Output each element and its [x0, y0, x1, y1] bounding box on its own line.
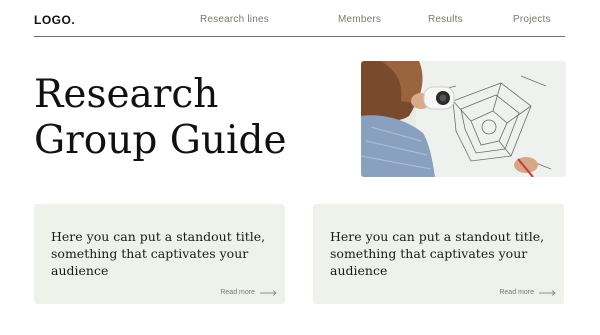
logo[interactable]: LOGO.	[34, 13, 75, 27]
arrow-right-icon	[539, 289, 556, 296]
card-title: Here you can put a standout title, somet…	[330, 229, 545, 278]
arrow-right-icon	[260, 289, 277, 296]
hero-photo-illustration	[361, 61, 566, 177]
hero-image	[361, 61, 566, 177]
read-more-label: Read more	[220, 289, 255, 296]
nav-research-lines[interactable]: Research lines	[200, 14, 269, 25]
read-more-label: Read more	[499, 289, 534, 296]
card-title: Here you can put a standout title, somet…	[51, 229, 266, 278]
feature-card: Here you can put a standout title, somet…	[313, 204, 564, 304]
nav-members[interactable]: Members	[338, 14, 381, 25]
page-title: Research Group Guide	[34, 72, 334, 164]
header-divider	[34, 36, 565, 37]
page-title-line-1: Research	[34, 72, 219, 117]
nav-results[interactable]: Results	[428, 14, 463, 25]
read-more-link[interactable]: Read more	[499, 289, 556, 296]
feature-card: Here you can put a standout title, somet…	[34, 204, 285, 304]
nav-projects[interactable]: Projects	[513, 14, 551, 25]
read-more-link[interactable]: Read more	[220, 289, 277, 296]
page-title-line-2: Group Guide	[34, 118, 287, 163]
